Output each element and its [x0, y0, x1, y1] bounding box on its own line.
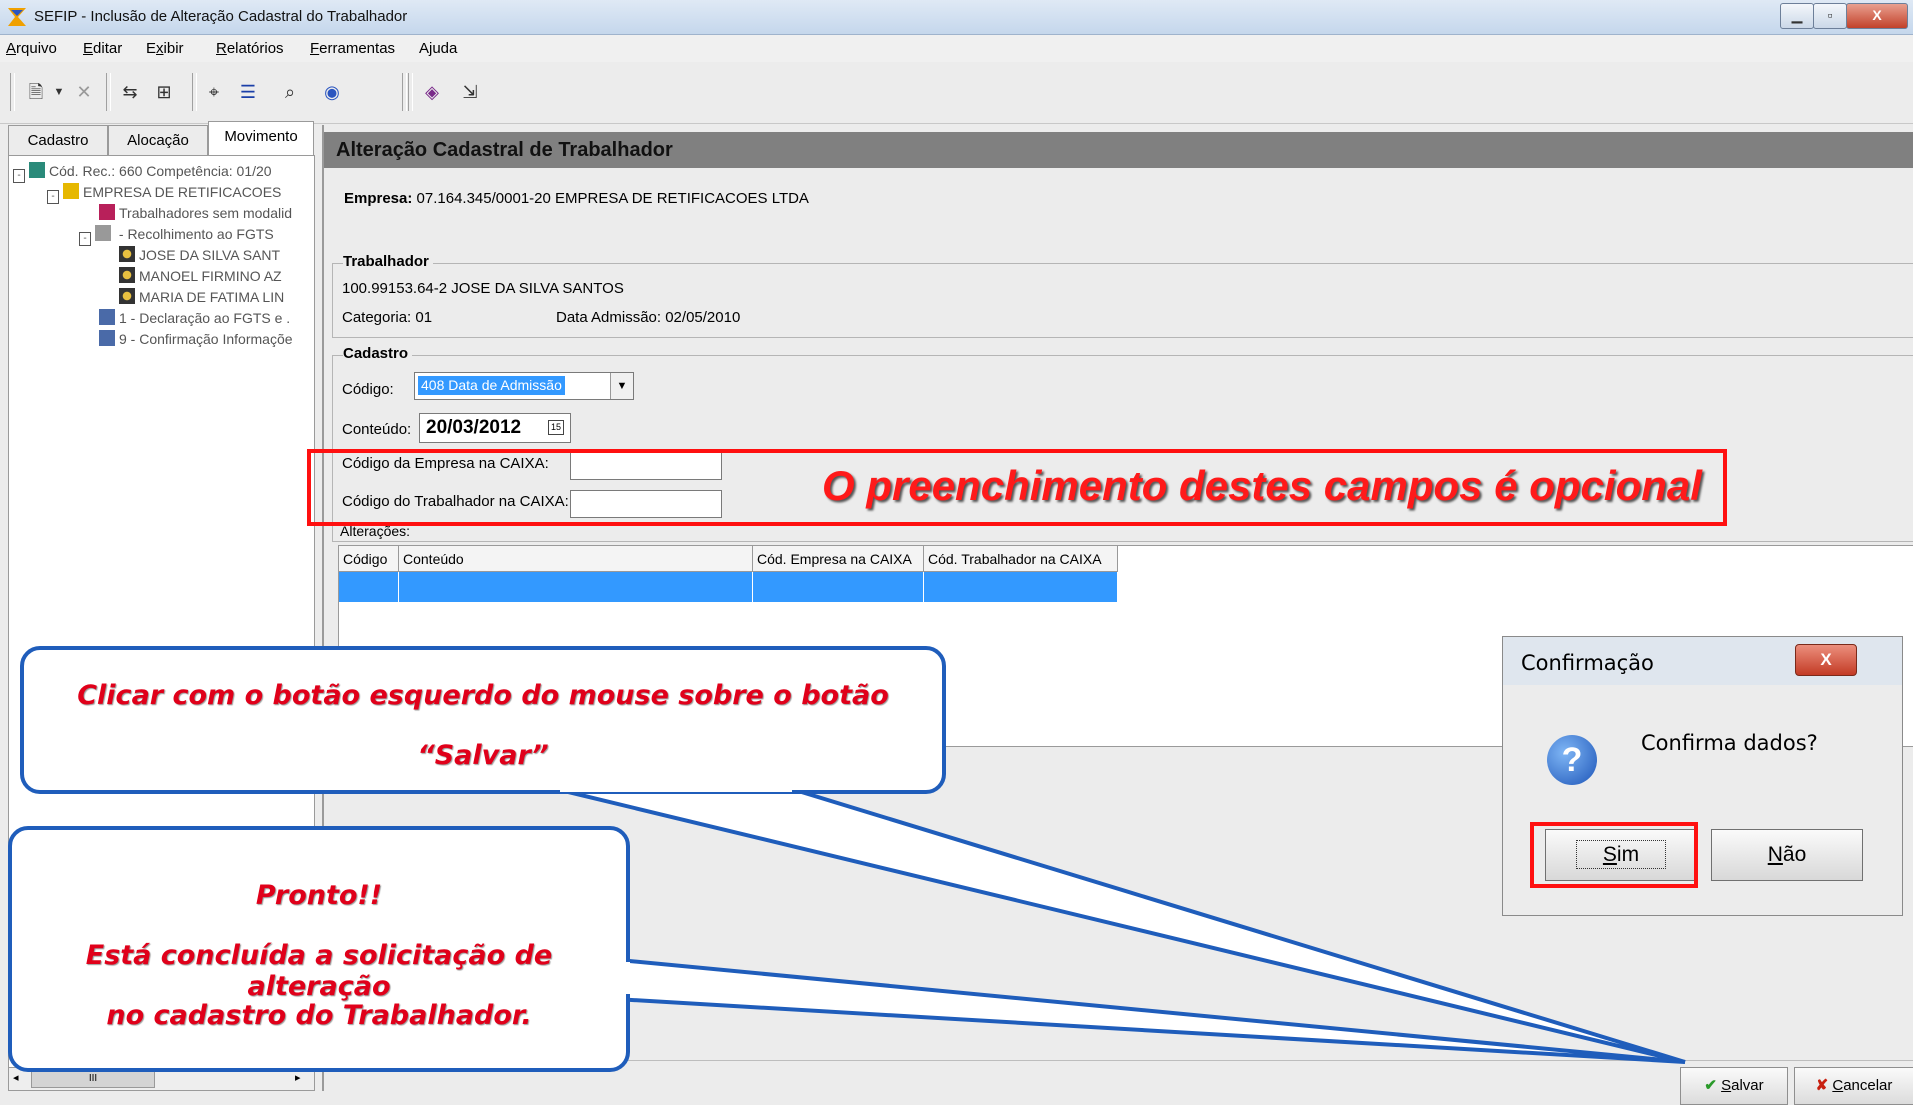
- sim-button-highlight: [1530, 822, 1698, 888]
- callout-join: [560, 788, 792, 792]
- callout-salvar: Clicar com o botão esquerdo do mouse sob…: [20, 646, 946, 794]
- dialog-message: Confirma dados?: [1641, 731, 1818, 755]
- callout-pronto: Pronto!! Está concluída a solicitação de…: [8, 826, 630, 1072]
- dialog-title: Confirmação: [1521, 651, 1654, 675]
- nao-button[interactable]: Não: [1711, 829, 1863, 881]
- close-icon[interactable]: X: [1795, 644, 1857, 676]
- callout-line: Está concluída a solicitação de alteraçã…: [85, 940, 553, 1002]
- dialog-title-bar: Confirmação X: [1503, 637, 1902, 685]
- question-icon: ?: [1547, 735, 1597, 785]
- callout-join: [626, 962, 630, 994]
- callout-line: Clicar com o botão esquerdo do mouse sob…: [77, 680, 889, 711]
- callout-line: “Salvar”: [417, 740, 549, 771]
- callout-line: Pronto!!: [255, 880, 383, 911]
- callout-line: no cadastro do Trabalhador.: [106, 1000, 532, 1031]
- callout-pointer-2: [596, 955, 1686, 1064]
